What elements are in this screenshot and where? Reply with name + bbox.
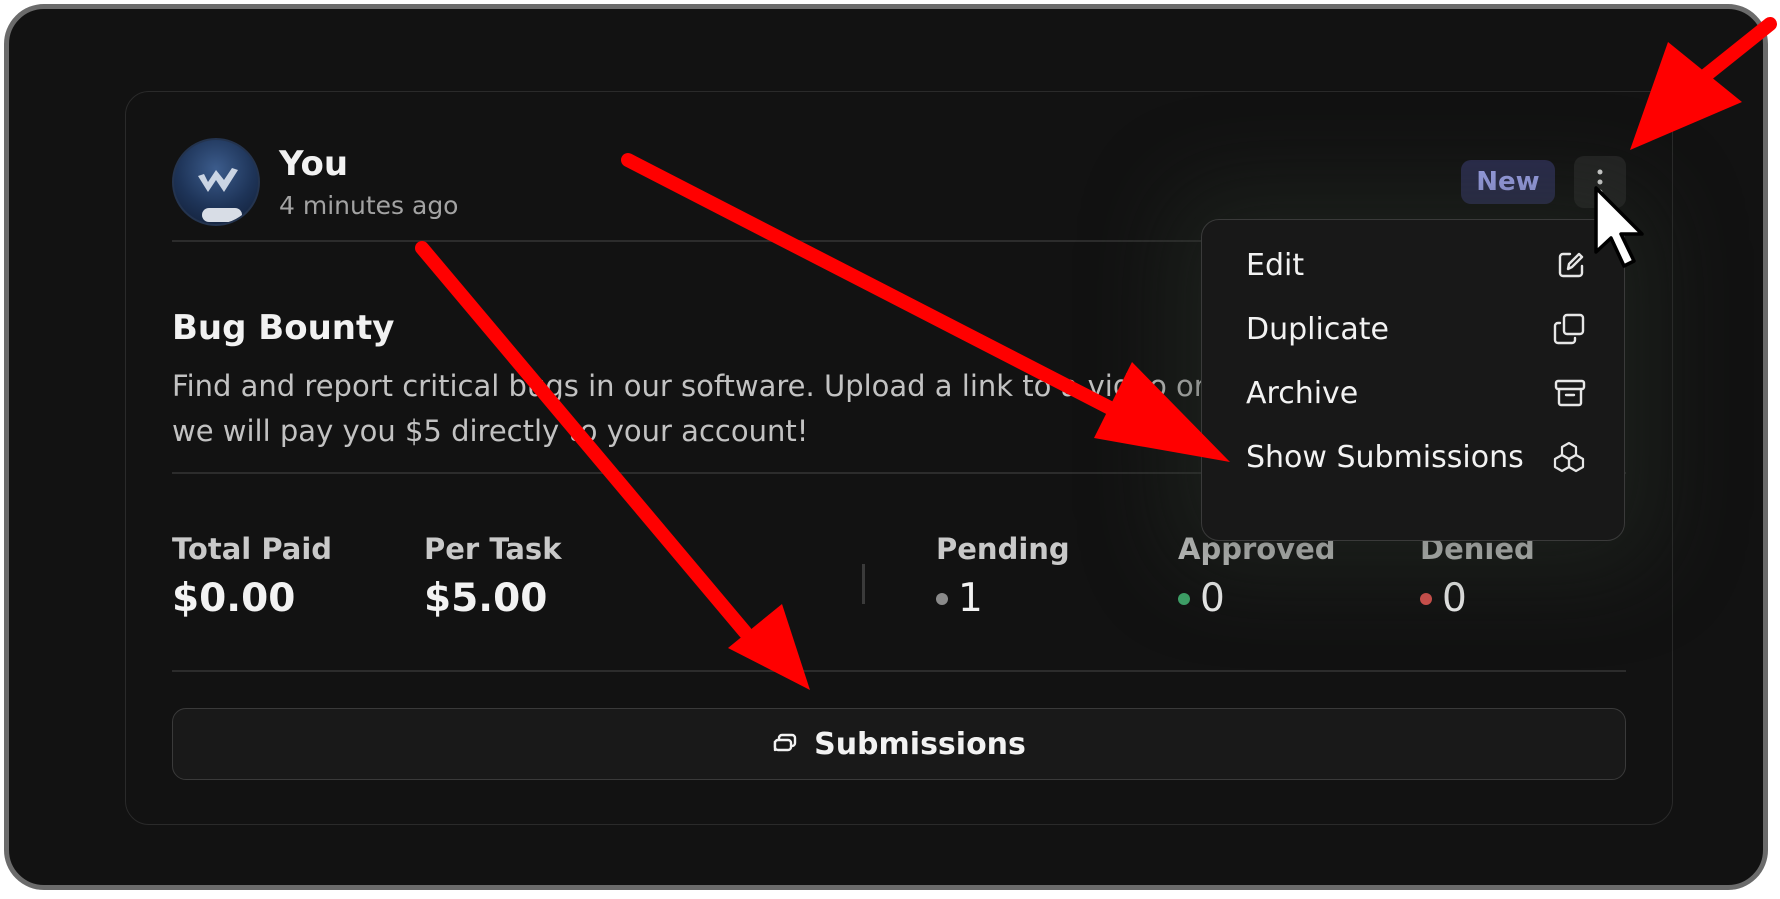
denied-dot: [1420, 592, 1432, 605]
more-options-button[interactable]: [1574, 156, 1626, 208]
cubes-icon: [1553, 441, 1585, 473]
menu-item-edit[interactable]: Edit: [1246, 236, 1586, 294]
task-title: Bug Bounty: [172, 308, 395, 348]
pending-dot: [936, 592, 948, 605]
archive-icon: [1554, 379, 1586, 407]
avatar-cloud: [202, 208, 242, 222]
stats-separator: [862, 564, 865, 604]
menu-item-edit-label: Edit: [1246, 247, 1305, 283]
task-description-line-2: we will pay you $5 directly to your acco…: [172, 414, 809, 448]
vertical-ellipsis-icon: [1597, 169, 1603, 195]
total-paid-label: Total Paid: [172, 532, 333, 566]
pending-count: 1: [936, 576, 983, 621]
submissions-button-label: Submissions: [814, 726, 1026, 762]
stats-divider: [172, 670, 1626, 672]
menu-item-show-submissions-label: Show Submissions: [1246, 439, 1524, 475]
avatar: [172, 138, 260, 226]
menu-item-archive[interactable]: Archive: [1246, 364, 1586, 422]
options-dropdown-menu: Edit Duplicate Archive Show Submissions: [1201, 219, 1625, 541]
duplicate-icon: [1553, 313, 1585, 345]
submissions-button[interactable]: Submissions: [172, 708, 1626, 780]
pending-label: Pending: [936, 532, 1070, 566]
chat-bubbles-icon: [772, 733, 798, 755]
approved-dot: [1178, 592, 1190, 605]
denied-count: 0: [1420, 576, 1467, 621]
edit-icon: [1558, 252, 1584, 278]
per-task-label: Per Task: [424, 532, 562, 566]
task-description: Find and report critical bugs in our sof…: [172, 364, 1212, 454]
task-description-line-1: Find and report critical bugs in our sof…: [172, 369, 1206, 403]
total-paid-value: $0.00: [172, 576, 296, 621]
screenshot-frame: You 4 minutes ago New Bug Bounty Find an…: [4, 4, 1768, 890]
approved-value: 0: [1200, 576, 1225, 621]
menu-item-archive-label: Archive: [1246, 375, 1359, 411]
pending-value: 1: [958, 576, 983, 621]
post-timestamp: 4 minutes ago: [279, 191, 459, 220]
status-badge: New: [1461, 160, 1555, 204]
approved-count: 0: [1178, 576, 1225, 621]
menu-item-show-submissions[interactable]: Show Submissions: [1246, 428, 1586, 486]
brand-logo-icon: [198, 168, 238, 192]
per-task-value: $5.00: [424, 576, 548, 621]
menu-item-duplicate-label: Duplicate: [1246, 311, 1389, 347]
author-name: You: [279, 144, 349, 184]
denied-value: 0: [1442, 576, 1467, 621]
menu-item-duplicate[interactable]: Duplicate: [1246, 300, 1586, 358]
